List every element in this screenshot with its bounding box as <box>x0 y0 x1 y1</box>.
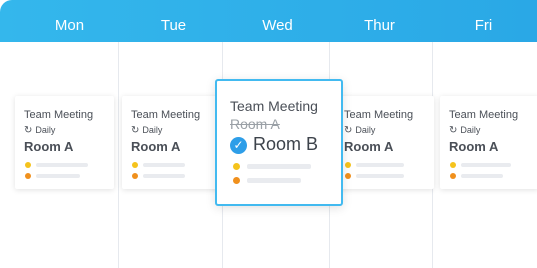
event-room: Room A <box>344 139 394 154</box>
attendee-dot-orange <box>25 173 31 179</box>
day-header-wed[interactable]: Wed <box>225 0 330 42</box>
event-card-tue[interactable]: Team Meeting ↻ Daily Room A <box>122 96 221 189</box>
event-room: Room A <box>24 139 74 154</box>
event-room: Room A <box>131 139 181 154</box>
placeholder-bar <box>247 178 301 183</box>
attendee-dot-yellow <box>233 163 240 170</box>
attendee-dot-yellow <box>132 162 138 168</box>
column-divider <box>118 42 119 268</box>
new-room: Room B <box>253 134 319 154</box>
week-header: Mon Tue Wed Thur Fri <box>0 0 537 42</box>
repeat-icon: ↻ <box>131 125 140 136</box>
day-header-mon[interactable]: Mon <box>17 0 122 42</box>
placeholder-bar <box>461 174 503 178</box>
repeat-icon: ↻ <box>24 125 33 136</box>
attendee-dot-yellow <box>25 162 31 168</box>
event-card-wed-selected[interactable]: Team Meeting Room A ✓ Room B <box>215 79 343 206</box>
event-title: Team Meeting <box>131 109 201 121</box>
placeholder-bar <box>356 163 404 167</box>
attendee-dot-yellow <box>450 162 456 168</box>
event-title: Team Meeting <box>230 98 318 114</box>
event-repeat: ↻ Daily <box>24 125 55 136</box>
attendee-dot-orange <box>132 173 138 179</box>
event-title: Team Meeting <box>344 109 414 121</box>
event-repeat-label: Daily <box>35 125 56 135</box>
day-header-thur[interactable]: Thur <box>327 0 432 42</box>
placeholder-bar <box>247 164 311 169</box>
attendee-dot-yellow <box>345 162 351 168</box>
placeholder-bar <box>36 174 80 178</box>
placeholder-bar <box>143 174 185 178</box>
day-header-tue[interactable]: Tue <box>121 0 226 42</box>
previous-room: Room A <box>230 116 280 132</box>
check-circle-icon: ✓ <box>230 137 247 154</box>
event-repeat-label: Daily <box>460 125 481 135</box>
attendee-dot-orange <box>233 177 240 184</box>
day-header-fri[interactable]: Fri <box>431 0 536 42</box>
placeholder-bar <box>461 163 511 167</box>
placeholder-bar <box>143 163 185 167</box>
repeat-icon: ↻ <box>344 125 353 136</box>
event-room: Room A <box>449 139 499 154</box>
event-repeat: ↻ Daily <box>344 125 375 136</box>
event-repeat: ↻ Daily <box>449 125 480 136</box>
event-repeat-label: Daily <box>355 125 376 135</box>
repeat-icon: ↻ <box>449 125 458 136</box>
attendee-dot-orange <box>345 173 351 179</box>
event-repeat: ↻ Daily <box>131 125 162 136</box>
event-card-fri[interactable]: Team Meeting ↻ Daily Room A <box>440 96 537 189</box>
placeholder-bar <box>36 163 88 167</box>
event-title: Team Meeting <box>24 109 94 121</box>
event-card-thur[interactable]: Team Meeting ↻ Daily Room A <box>335 96 434 189</box>
placeholder-bar <box>356 174 404 178</box>
event-repeat-label: Daily <box>142 125 163 135</box>
event-card-mon[interactable]: Team Meeting ↻ Daily Room A <box>15 96 114 189</box>
event-title: Team Meeting <box>449 109 519 121</box>
attendee-dot-orange <box>450 173 456 179</box>
